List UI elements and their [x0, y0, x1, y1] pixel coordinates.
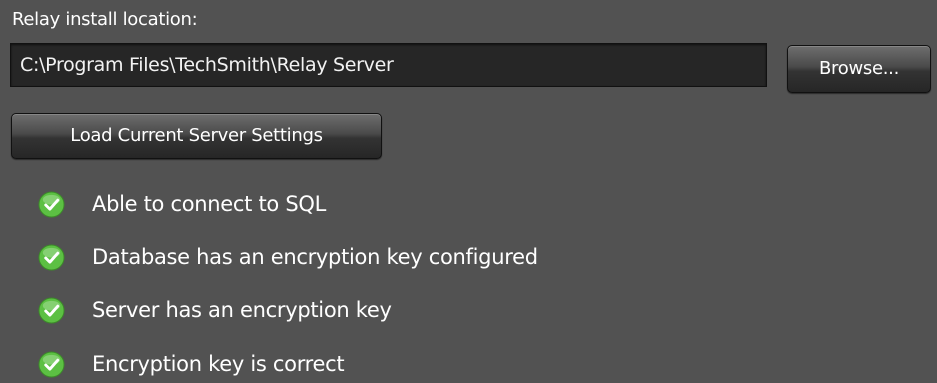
status-item-encryption-key-correct: Encryption key is correct — [38, 349, 345, 379]
status-label: Server has an encryption key — [92, 298, 392, 322]
check-circle-icon — [38, 350, 65, 378]
check-circle-icon — [38, 243, 65, 271]
check-circle-icon — [38, 296, 65, 324]
status-check-list: Able to connect to SQL Database has an e… — [0, 0, 937, 383]
status-label: Able to connect to SQL — [92, 192, 326, 216]
relay-settings-panel: Relay install location: C:\Program Files… — [0, 0, 937, 383]
status-label: Encryption key is correct — [92, 352, 345, 376]
status-item-server-encryption-key: Server has an encryption key — [38, 295, 392, 325]
status-label: Database has an encryption key configure… — [92, 245, 538, 269]
status-item-db-encryption-key: Database has an encryption key configure… — [38, 242, 538, 272]
status-item-sql-connect: Able to connect to SQL — [38, 189, 326, 219]
check-circle-icon — [38, 190, 65, 218]
